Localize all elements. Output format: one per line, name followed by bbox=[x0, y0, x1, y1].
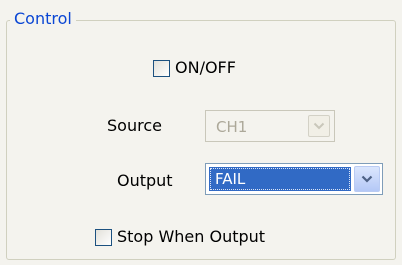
control-panel: Control ON/OFF Source CH1 Output FAIL St… bbox=[0, 0, 402, 265]
source-label: Source bbox=[107, 116, 162, 135]
source-value: CH1 bbox=[216, 118, 248, 136]
source-dropdown[interactable]: CH1 bbox=[205, 110, 335, 142]
output-dropdown[interactable]: FAIL bbox=[205, 163, 383, 195]
output-label: Output bbox=[117, 171, 173, 190]
source-dropdown-button[interactable] bbox=[308, 115, 330, 137]
control-group-title: Control bbox=[10, 8, 76, 30]
output-value: FAIL bbox=[215, 170, 246, 188]
control-groupbox bbox=[6, 20, 396, 260]
output-dropdown-button[interactable] bbox=[354, 166, 380, 192]
output-selection: FAIL bbox=[209, 167, 351, 191]
chevron-down-icon bbox=[313, 122, 325, 130]
stop-when-output-checkbox[interactable] bbox=[95, 229, 112, 246]
stop-when-output-label[interactable]: Stop When Output bbox=[117, 227, 265, 247]
on-off-label[interactable]: ON/OFF bbox=[175, 58, 236, 78]
chevron-down-icon bbox=[361, 175, 373, 183]
on-off-checkbox[interactable] bbox=[153, 60, 170, 77]
